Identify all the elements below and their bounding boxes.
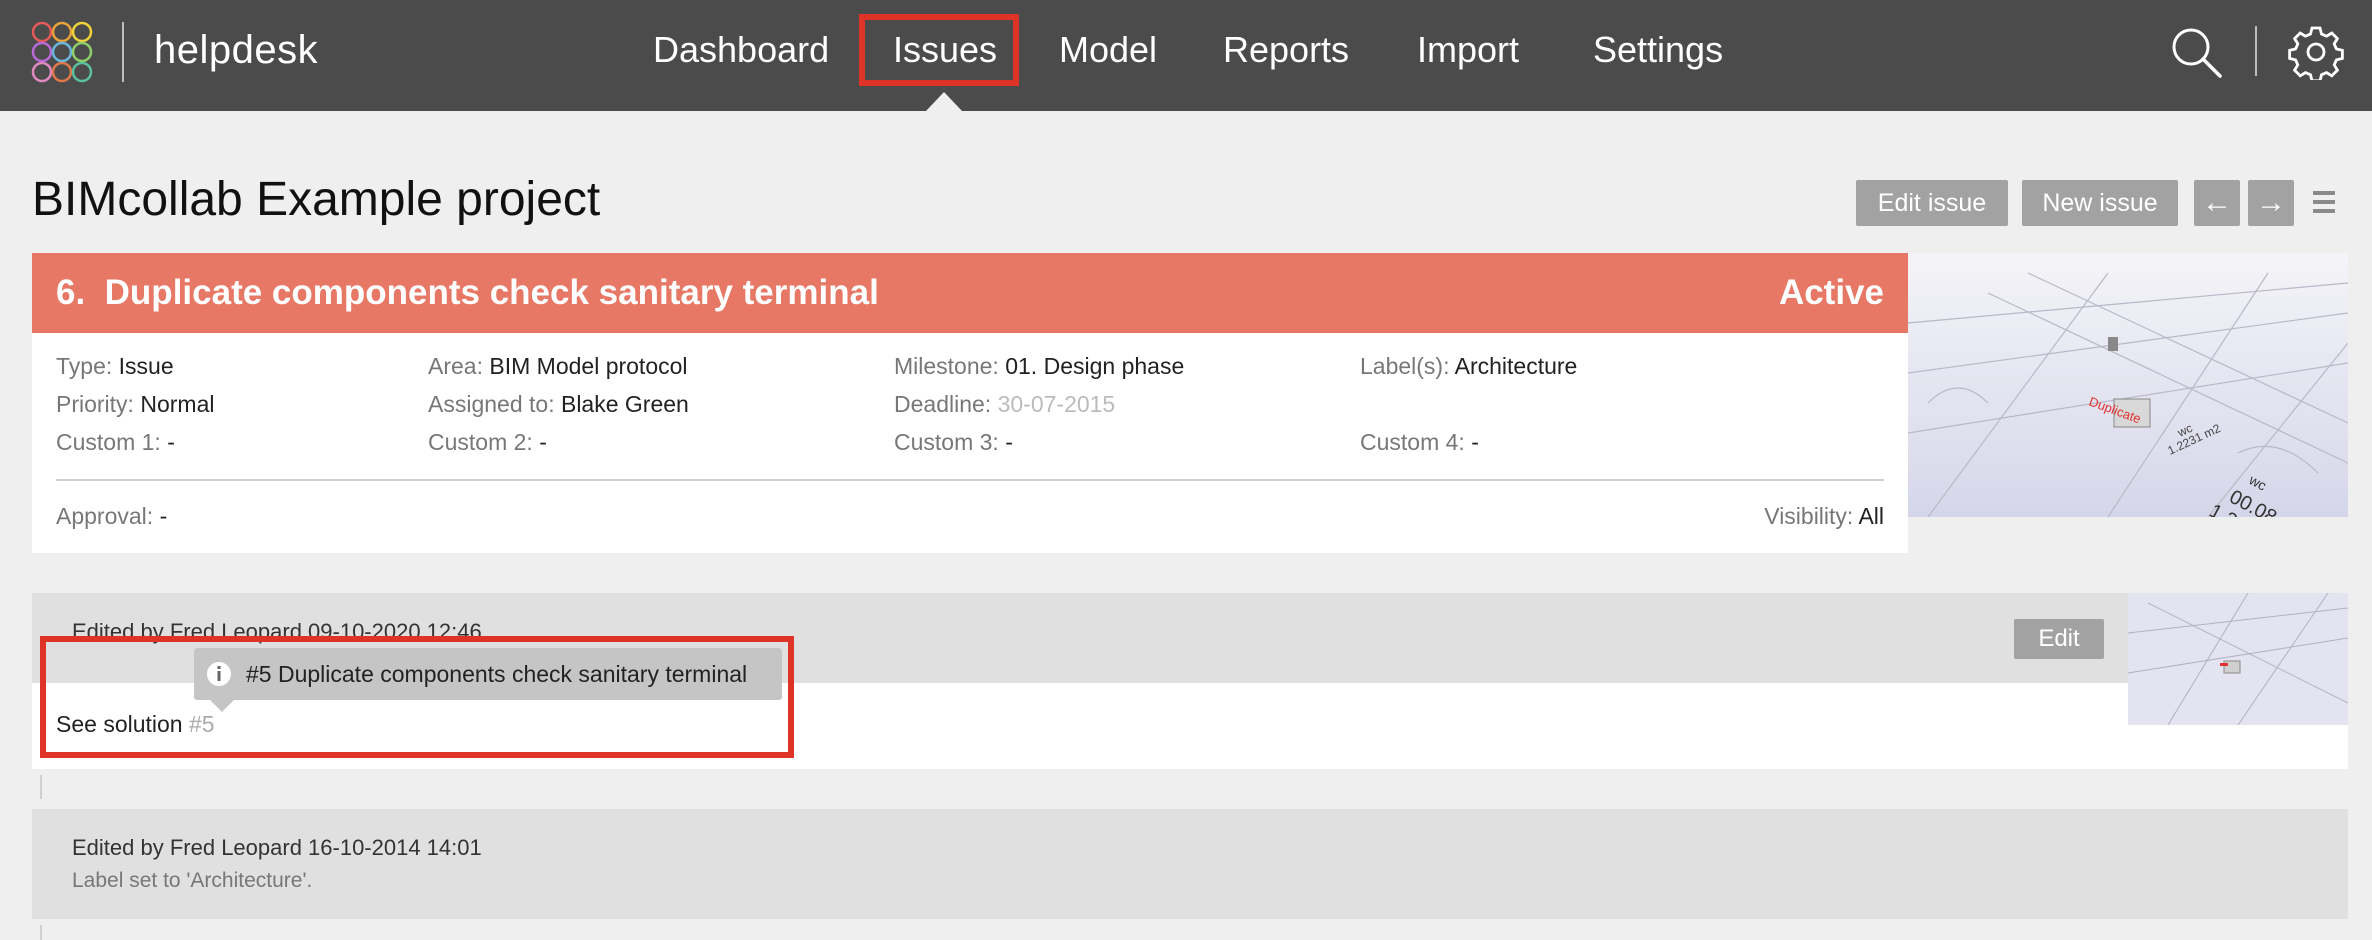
toolbar-divider bbox=[2255, 26, 2257, 76]
field-deadline: Deadline: 30-07-2015 bbox=[894, 391, 1116, 417]
active-nav-highlight bbox=[859, 14, 1019, 86]
new-issue-button[interactable]: New issue bbox=[2022, 180, 2178, 226]
field-custom-1: Custom 1: - bbox=[56, 429, 175, 455]
search-icon[interactable] bbox=[2168, 24, 2224, 80]
edit-issue-button[interactable]: Edit issue bbox=[1856, 180, 2008, 226]
issue-number: 6. bbox=[56, 273, 86, 312]
field-priority: Priority: Normal bbox=[56, 391, 215, 417]
field-divider bbox=[56, 479, 1884, 481]
history-meta: Edited by Fred Leopard 16-10-2014 14:01 bbox=[72, 835, 482, 860]
nav-import[interactable]: Import bbox=[1417, 25, 1519, 75]
issue-header: 6. Duplicate components check sanitary t… bbox=[32, 253, 1908, 333]
history-entry: Edited by Fred Leopard 16-10-2014 14:01 … bbox=[32, 809, 2348, 919]
field-milestone: Milestone: 01. Design phase bbox=[894, 353, 1185, 379]
nav-dashboard[interactable]: Dashboard bbox=[653, 25, 829, 75]
field-labels: Label(s): Architecture bbox=[1360, 353, 1578, 379]
issue-status: Active bbox=[1778, 273, 1884, 312]
issue-title: 6. Duplicate components check sanitary t… bbox=[56, 273, 879, 313]
field-custom-3: Custom 3: - bbox=[894, 429, 1013, 455]
annotation-highlight bbox=[40, 636, 794, 758]
issue-details: Type: Issue Priority: Normal Custom 1: -… bbox=[32, 333, 1908, 553]
edit-comment-button[interactable]: Edit bbox=[2014, 619, 2104, 659]
field-area: Area: BIM Model protocol bbox=[428, 353, 688, 379]
bimcollab-logo[interactable] bbox=[30, 20, 94, 84]
field-custom-4: Custom 4: - bbox=[1360, 429, 1479, 455]
history-text: Label set to 'Architecture'. bbox=[72, 869, 313, 892]
field-type: Type: Issue bbox=[56, 353, 174, 379]
previous-issue-button[interactable]: ← bbox=[2194, 180, 2240, 226]
timeline-connector bbox=[40, 775, 42, 799]
nav-reports[interactable]: Reports bbox=[1223, 25, 1349, 75]
field-visibility: Visibility: All bbox=[1764, 503, 1884, 529]
field-custom-2: Custom 2: - bbox=[428, 429, 547, 455]
logo-divider bbox=[122, 22, 124, 82]
nav-settings[interactable]: Settings bbox=[1593, 25, 1723, 75]
menu-icon[interactable] bbox=[2313, 191, 2335, 213]
timeline-connector-bottom bbox=[40, 925, 42, 940]
field-assigned-to: Assigned to: Blake Green bbox=[428, 391, 689, 417]
gear-icon[interactable] bbox=[2288, 24, 2344, 80]
top-navigation-bar: helpdesk Dashboard Issues Model Reports … bbox=[0, 0, 2372, 111]
next-issue-button[interactable]: → bbox=[2248, 180, 2294, 226]
active-nav-caret bbox=[926, 92, 962, 111]
nav-model[interactable]: Model bbox=[1059, 25, 1157, 75]
page-title: BIMcollab Example project bbox=[32, 173, 601, 226]
app-name[interactable]: helpdesk bbox=[154, 28, 318, 73]
field-approval: Approval: - bbox=[56, 503, 168, 529]
issue-snapshot-thumbnail[interactable]: Duplicate wc 1.2231 m2 wc 00.08 1.240 bbox=[1908, 253, 2348, 517]
issue-title-text: Duplicate components check sanitary term… bbox=[104, 273, 879, 312]
comment-snapshot-thumbnail[interactable] bbox=[2128, 593, 2348, 725]
